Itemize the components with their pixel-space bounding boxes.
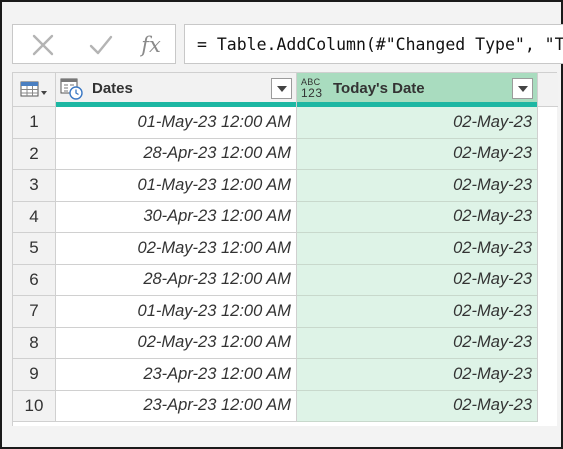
cell-dates[interactable]: 02-May-23 12:00 AM: [56, 233, 297, 265]
row-number[interactable]: 2: [13, 138, 56, 170]
cell-todays-date[interactable]: 02-May-23: [297, 327, 538, 359]
data-grid: Dates ABC 123 Today's Date 1 01-May-23 12…: [12, 72, 558, 426]
column-name-dates: Dates: [92, 80, 133, 97]
column-filter-dropdown-icon[interactable]: [512, 78, 533, 99]
cell-dates[interactable]: 01-May-23 12:00 AM: [56, 170, 297, 202]
row-number[interactable]: 7: [13, 296, 56, 328]
cell-dates[interactable]: 01-May-23 12:00 AM: [56, 107, 297, 139]
row-number[interactable]: 6: [13, 264, 56, 296]
date-time-type-icon[interactable]: [60, 77, 83, 100]
table-row: 8 02-May-23 12:00 AM 02-May-23: [13, 327, 538, 359]
table-row: 2 28-Apr-23 12:00 AM 02-May-23: [13, 138, 538, 170]
cell-todays-date[interactable]: 02-May-23: [297, 359, 538, 391]
cell-dates[interactable]: 30-Apr-23 12:00 AM: [56, 201, 297, 233]
cell-todays-date[interactable]: 02-May-23: [297, 264, 538, 296]
fx-icon[interactable]: fx: [137, 31, 165, 59]
formula-bar: fx = Table.AddColumn(#"Changed Type", "T: [12, 24, 563, 68]
cell-todays-date[interactable]: 02-May-23: [297, 138, 538, 170]
table-row: 6 28-Apr-23 12:00 AM 02-May-23: [13, 264, 538, 296]
row-number[interactable]: 9: [13, 359, 56, 391]
formula-buttons: fx: [12, 24, 176, 64]
row-number[interactable]: 10: [13, 390, 56, 422]
column-filter-dropdown-icon[interactable]: [271, 78, 292, 99]
checkmark-icon[interactable]: [87, 31, 115, 59]
row-number[interactable]: 1: [13, 107, 56, 139]
cell-dates[interactable]: 28-Apr-23 12:00 AM: [56, 138, 297, 170]
cell-dates[interactable]: 23-Apr-23 12:00 AM: [56, 390, 297, 422]
table-row: 9 23-Apr-23 12:00 AM 02-May-23: [13, 359, 538, 391]
table-row: 7 01-May-23 12:00 AM 02-May-23: [13, 296, 538, 328]
formula-input[interactable]: = Table.AddColumn(#"Changed Type", "T: [184, 24, 563, 64]
column-header-todays-date[interactable]: ABC 123 Today's Date: [297, 73, 538, 107]
column-name-todays-date: Today's Date: [333, 80, 425, 97]
column-header-dates[interactable]: Dates: [56, 73, 297, 107]
row-number[interactable]: 4: [13, 201, 56, 233]
table-row: 5 02-May-23 12:00 AM 02-May-23: [13, 233, 538, 265]
row-number[interactable]: 3: [13, 170, 56, 202]
cancel-icon[interactable]: [29, 31, 57, 59]
row-number[interactable]: 8: [13, 327, 56, 359]
cell-todays-date[interactable]: 02-May-23: [297, 233, 538, 265]
header-filler: [538, 73, 558, 107]
cell-todays-date[interactable]: 02-May-23: [297, 296, 538, 328]
cell-dates[interactable]: 23-Apr-23 12:00 AM: [56, 359, 297, 391]
editor-frame: fx = Table.AddColumn(#"Changed Type", "T: [0, 0, 563, 449]
row-number[interactable]: 5: [13, 233, 56, 265]
cell-todays-date[interactable]: 02-May-23: [297, 170, 538, 202]
table-row: 10 23-Apr-23 12:00 AM 02-May-23: [13, 390, 538, 422]
table-row: 4 30-Apr-23 12:00 AM 02-May-23: [13, 201, 538, 233]
table-row: 1 01-May-23 12:00 AM 02-May-23: [13, 107, 538, 139]
cell-todays-date[interactable]: 02-May-23: [297, 107, 538, 139]
cell-dates[interactable]: 02-May-23 12:00 AM: [56, 327, 297, 359]
cell-dates[interactable]: 01-May-23 12:00 AM: [56, 296, 297, 328]
table-row: 3 01-May-23 12:00 AM 02-May-23: [13, 170, 538, 202]
cell-todays-date[interactable]: 02-May-23: [297, 201, 538, 233]
cell-dates[interactable]: 28-Apr-23 12:00 AM: [56, 264, 297, 296]
cell-todays-date[interactable]: 02-May-23: [297, 390, 538, 422]
any-type-icon[interactable]: ABC 123: [301, 77, 327, 101]
table-menu-icon[interactable]: [13, 73, 56, 107]
